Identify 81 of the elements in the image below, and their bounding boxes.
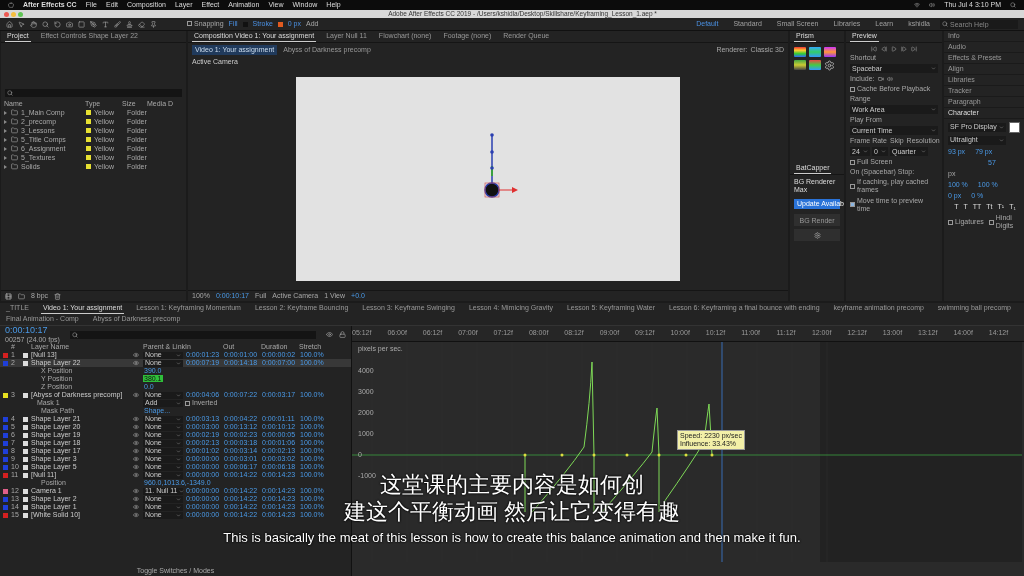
pin-tool-icon[interactable] xyxy=(150,20,157,28)
hand-tool-icon[interactable] xyxy=(30,20,37,28)
eraser-tool-icon[interactable] xyxy=(138,20,145,28)
close-button[interactable] xyxy=(4,11,9,17)
home-icon[interactable] xyxy=(6,20,13,28)
checkbox[interactable] xyxy=(185,400,190,406)
stamp-tool-icon[interactable] xyxy=(126,20,133,28)
search-field[interactable] xyxy=(5,89,182,98)
eye-icon[interactable] xyxy=(133,464,141,471)
selection-tool-icon[interactable] xyxy=(18,20,25,28)
checkbox[interactable] xyxy=(850,183,855,189)
checkbox[interactable] xyxy=(948,219,953,225)
film-icon[interactable] xyxy=(5,292,12,300)
timecode[interactable]: 0:00:10:17 xyxy=(5,325,60,336)
eye-icon[interactable] xyxy=(133,496,141,503)
type-tool-icon[interactable] xyxy=(102,20,109,28)
eye-icon[interactable] xyxy=(133,504,141,511)
zoom-tool-icon[interactable] xyxy=(42,20,49,28)
caret-icon xyxy=(863,149,868,155)
checkbox[interactable] xyxy=(850,86,855,92)
wifi-icon[interactable] xyxy=(914,2,921,8)
subtitle-line: This is basically the meat of this lesson is how to create this balance animation and then make it fun. xyxy=(223,531,801,546)
caret-icon xyxy=(931,128,936,134)
eye-icon[interactable] xyxy=(133,424,141,431)
eye-icon[interactable] xyxy=(133,392,141,399)
checkbox[interactable] xyxy=(850,159,855,165)
eye-icon[interactable] xyxy=(133,352,141,359)
search-field[interactable] xyxy=(69,330,316,339)
search-icon xyxy=(942,21,948,27)
caret-icon xyxy=(999,138,1004,143)
prism-swatch-icon[interactable] xyxy=(794,60,806,71)
prism-swatch-icon[interactable] xyxy=(794,47,806,58)
pen-tool-icon[interactable] xyxy=(90,20,97,28)
last-frame-icon[interactable] xyxy=(911,46,917,53)
caret-icon xyxy=(931,66,936,72)
eye-icon[interactable] xyxy=(133,416,141,423)
eye-icon[interactable] xyxy=(133,432,141,439)
rectangle-tool-icon[interactable] xyxy=(78,20,85,28)
checkbox[interactable] xyxy=(988,219,994,225)
audio-icon[interactable] xyxy=(886,76,893,83)
prism-swatch-icon[interactable] xyxy=(809,47,821,58)
eye-icon[interactable] xyxy=(133,456,141,463)
previous-frame-icon[interactable] xyxy=(881,46,887,53)
caret-icon xyxy=(921,149,926,155)
eye-icon[interactable] xyxy=(133,472,141,479)
eye-icon[interactable] xyxy=(133,512,141,519)
caret-icon xyxy=(931,107,936,113)
fill-color-swatch[interactable] xyxy=(1009,122,1020,133)
apple-icon[interactable] xyxy=(8,2,14,8)
brush-tool-icon[interactable] xyxy=(114,20,121,28)
eye-icon[interactable] xyxy=(133,360,141,367)
folder-icon[interactable] xyxy=(18,292,25,300)
eye-icon[interactable] xyxy=(133,448,141,455)
camera-tool-icon[interactable] xyxy=(66,20,73,28)
eye-icon[interactable] xyxy=(133,488,141,495)
subtitle-line: 建这个平衡动画 然后让它变得有趣 xyxy=(343,498,681,526)
settings-icon[interactable] xyxy=(824,60,836,72)
caret-icon xyxy=(999,125,1004,130)
volume-icon[interactable] xyxy=(929,2,936,8)
search-icon[interactable] xyxy=(1010,2,1016,8)
eye-icon[interactable] xyxy=(133,440,141,447)
search-icon xyxy=(7,90,13,97)
checkbox[interactable] xyxy=(187,21,192,27)
next-frame-icon[interactable] xyxy=(901,46,907,53)
prism-swatch-icon[interactable] xyxy=(824,47,836,58)
search-icon xyxy=(71,331,78,338)
layer-type-icon xyxy=(23,392,28,398)
rotate-tool-icon[interactable] xyxy=(54,20,61,28)
trash-icon[interactable] xyxy=(54,292,62,300)
settings-button[interactable] xyxy=(794,229,840,242)
first-frame-icon[interactable] xyxy=(871,46,877,53)
stroke-swatch[interactable] xyxy=(277,21,283,27)
prism-swatch-icon[interactable] xyxy=(809,60,821,71)
lock-icon[interactable] xyxy=(339,331,346,339)
video-icon[interactable] xyxy=(877,76,884,83)
eye-icon[interactable] xyxy=(326,331,333,339)
play-icon[interactable] xyxy=(891,46,897,53)
checkbox[interactable] xyxy=(850,202,855,208)
gear-icon xyxy=(813,231,821,239)
caret-icon xyxy=(881,149,886,155)
subtitle-line: 这堂课的主要内容是如何创 xyxy=(380,471,644,499)
